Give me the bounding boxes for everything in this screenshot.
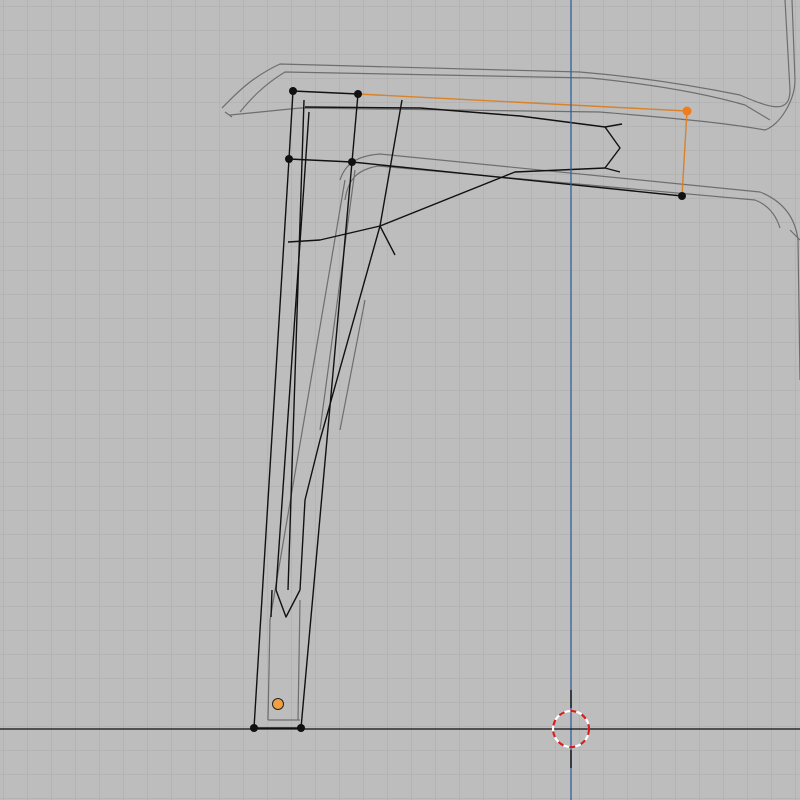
grid [0, 0, 800, 800]
object-origin-icon[interactable] [272, 698, 284, 710]
vertex[interactable] [678, 192, 686, 200]
vertex[interactable] [297, 724, 305, 732]
active-vertex[interactable] [682, 106, 692, 116]
viewport-canvas[interactable] [0, 0, 800, 800]
vertex[interactable] [348, 158, 356, 166]
3d-viewport[interactable] [0, 0, 800, 800]
vertex[interactable] [285, 155, 293, 163]
vertex[interactable] [250, 724, 258, 732]
vertex[interactable] [289, 87, 297, 95]
vertex[interactable] [354, 90, 362, 98]
